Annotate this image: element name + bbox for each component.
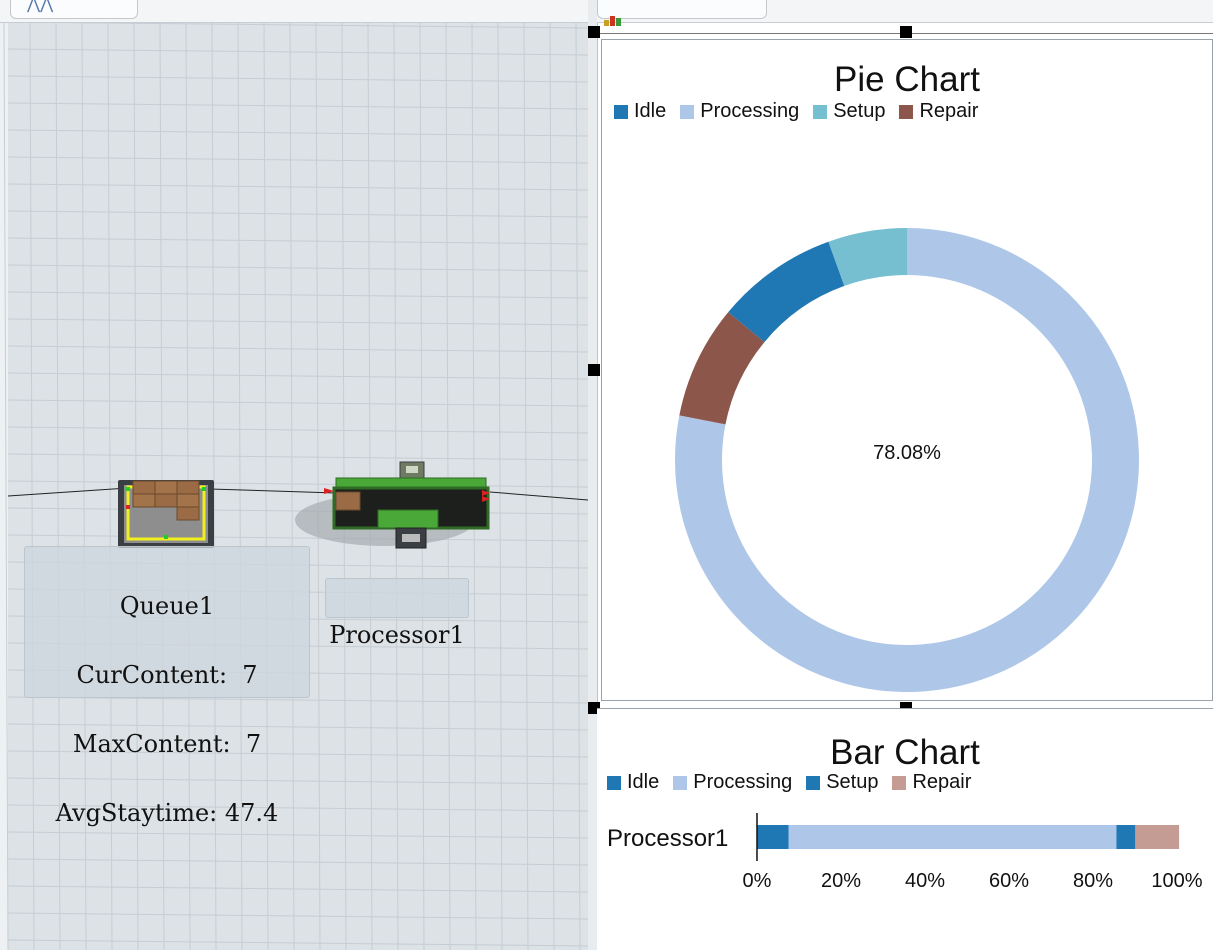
connector-line-out (489, 491, 588, 501)
bar-tick-label: 100% (1151, 870, 1202, 892)
bar-segment-repair (1135, 825, 1180, 849)
processor-object[interactable] (290, 460, 495, 555)
queue-name: Queue1 (119, 592, 215, 620)
bar-tick-label: 20% (821, 870, 861, 892)
queue-max-content: MaxContent: 7 (72, 730, 262, 758)
bar-segment-setup (1116, 825, 1136, 849)
dashboard-chart-icon (604, 8, 626, 26)
resize-handle-top[interactable] (900, 26, 912, 38)
pie-center-label: 78.08% (873, 442, 941, 464)
resize-handle-top-left[interactable] (588, 26, 600, 38)
pie-chart-plot (674, 228, 1139, 692)
dashboard-tab[interactable] (597, 0, 767, 26)
bar-tick-label: 60% (989, 870, 1029, 892)
bar-chart-panel[interactable]: Bar Chart Idle Processing Setup Repair P… (597, 708, 1213, 951)
pie-chart-panel[interactable]: Pie Chart Idle Processing Setup Repair 7… (601, 39, 1213, 701)
processor-name: Processor1 (329, 621, 465, 649)
queue-cur-content: CurContent: 7 (76, 661, 258, 689)
model-3d-view[interactable]: ⋀⋀ Queue1 CurContent: 7 MaxContent: 7 Av… (0, 0, 588, 950)
processor-label: Processor1 (325, 578, 469, 649)
bar-tick-label: 0% (743, 870, 772, 892)
bar-chart-plot: 0% 20% 40% 60% 80% 100% (743, 813, 1203, 892)
bar-tick-label: 40% (905, 870, 945, 892)
bar-segment-idle (757, 825, 789, 849)
dashboard-tab-bar (597, 0, 1213, 26)
bar-tick-label: 80% (1073, 870, 1113, 892)
resize-handle-left[interactable] (588, 364, 600, 376)
dashboard-panel: Pie Chart Idle Processing Setup Repair 7… (588, 0, 1213, 951)
queue-object[interactable] (116, 477, 216, 549)
bar-segment-processing (788, 825, 1117, 849)
queue-stats-label: Queue1 CurContent: 7 MaxContent: 7 AvgSt… (24, 546, 310, 827)
queue-avg-staytime: AvgStaytime: 47.4 (55, 799, 279, 827)
connector-line-in (7, 487, 129, 497)
